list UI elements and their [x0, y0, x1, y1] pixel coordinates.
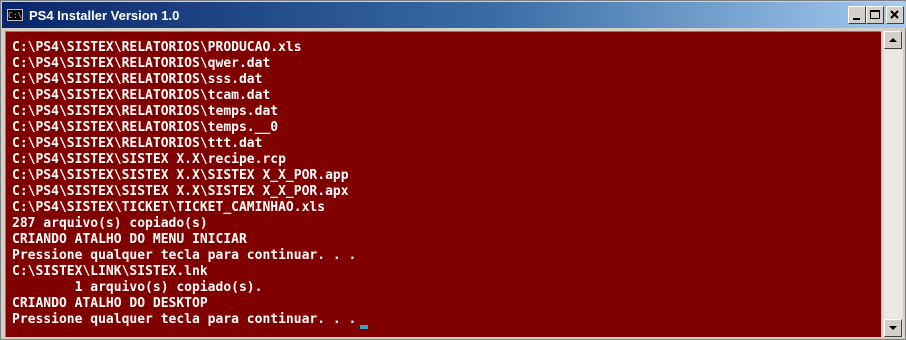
console-line-text: C:\PS4\SISTEX\RELATORIOS\tcam.dat [12, 88, 271, 103]
console-line-text: C:\PS4\SISTEX\SISTEX X.X\SISTEX X_X_POR.… [12, 168, 349, 183]
console-line-text: 287 arquivo(s) copiado(s) [12, 216, 208, 231]
console-line-text: C:\PS4\SISTEX\RELATORIOS\qwer.dat [12, 56, 271, 71]
console-line: C:\PS4\SISTEX\SISTEX X.X\recipe.rcp [12, 152, 368, 168]
close-button[interactable] [886, 6, 904, 24]
console-line-text: C:\SISTEX\LINK\SISTEX.lnk [12, 264, 208, 279]
window-title: PS4 Installer Version 1.0 [29, 7, 180, 23]
console-line: C:\PS4\SISTEX\TICKET\TICKET_CAMINHAO.xls [12, 200, 368, 216]
console-app-icon[interactable]: C:\ [7, 9, 23, 21]
console-line-text: C:\PS4\SISTEX\TICKET\TICKET_CAMINHAO.xls [12, 200, 326, 215]
console-line-text: C:\PS4\SISTEX\RELATORIOS\ttt.dat [12, 136, 263, 151]
console-line: C:\PS4\SISTEX\RELATORIOS\temps.dat [12, 104, 368, 120]
console-line: C:\PS4\SISTEX\RELATORIOS\tcam.dat [12, 88, 368, 104]
console-line: CRIANDO ATALHO DO MENU INICIAR [12, 232, 368, 248]
console-line: C:\PS4\SISTEX\RELATORIOS\ttt.dat [12, 136, 368, 152]
title-bar[interactable]: C:\ PS4 Installer Version 1.0 [2, 2, 906, 28]
scroll-up-button[interactable] [884, 31, 902, 49]
console-line-text: CRIANDO ATALHO DO DESKTOP [12, 296, 208, 311]
console-line: Pressione qualquer tecla para continuar.… [12, 312, 369, 329]
console-line: 287 arquivo(s) copiado(s) [12, 216, 368, 232]
maximize-button[interactable] [866, 6, 884, 24]
console-line: C:\PS4\SISTEX\SISTEX X.X\SISTEX X_X_POR.… [12, 168, 368, 184]
console-line-text: CRIANDO ATALHO DO MENU INICIAR [12, 232, 247, 247]
title-bar-buttons [846, 6, 904, 24]
console-line: CRIANDO ATALHO DO DESKTOP [12, 296, 368, 312]
console-line-text: Pressione qualquer tecla para continuar.… [12, 248, 357, 263]
console-line-text: Pressione qualquer tecla para continuar.… [12, 312, 357, 327]
close-icon [890, 10, 899, 19]
console-line: C:\SISTEX\LINK\SISTEX.lnk [12, 264, 368, 280]
console-line: C:\PS4\SISTEX\RELATORIOS\temps.__0 [12, 120, 368, 136]
console-line: C:\PS4\SISTEX\RELATORIOS\PRODUCAO.xls [12, 40, 368, 56]
console-line-text: C:\PS4\SISTEX\RELATORIOS\temps.__0 [12, 120, 279, 135]
console-lines: C:\PS4\SISTEX\RELATORIOS\PRODUCAO.xls C:\… [12, 40, 369, 329]
vertical-scrollbar[interactable] [883, 31, 903, 337]
scroll-down-button[interactable] [884, 319, 902, 337]
maximize-icon [870, 10, 880, 19]
console-line: Pressione qualquer tecla para continuar.… [12, 248, 368, 264]
console-line-text: C:\PS4\SISTEX\RELATORIOS\PRODUCAO.xls [12, 40, 302, 55]
minimize-icon [853, 18, 860, 20]
console-line: 1 arquivo(s) copiado(s). [12, 280, 368, 296]
console-line: C:\PS4\SISTEX\RELATORIOS\qwer.dat [12, 56, 368, 72]
console-output[interactable]: C:\PS4\SISTEX\RELATORIOS\PRODUCAO.xls C:\… [5, 31, 881, 337]
console-line: C:\PS4\SISTEX\SISTEX X.X\SISTEX X_X_POR.… [12, 184, 368, 200]
console-line-text: C:\PS4\SISTEX\SISTEX X.X\SISTEX X_X_POR.… [12, 184, 349, 199]
text-cursor [360, 325, 369, 329]
scroll-up-arrow-icon [889, 38, 897, 42]
scrollbar-thumb[interactable] [884, 50, 902, 318]
console-line: C:\PS4\SISTEX\RELATORIOS\sss.dat [12, 72, 368, 88]
scroll-down-arrow-icon [889, 326, 897, 330]
console-line-text: C:\PS4\SISTEX\RELATORIOS\sss.dat [12, 72, 263, 87]
minimize-button[interactable] [848, 6, 866, 24]
console-window: C:\ PS4 Installer Version 1.0 C:\PS4\SIS… [0, 0, 906, 340]
console-line-text: C:\PS4\SISTEX\RELATORIOS\temps.dat [12, 104, 279, 119]
console-line-text: 1 arquivo(s) copiado(s). [12, 280, 263, 295]
console-line-text: C:\PS4\SISTEX\SISTEX X.X\recipe.rcp [12, 152, 286, 167]
